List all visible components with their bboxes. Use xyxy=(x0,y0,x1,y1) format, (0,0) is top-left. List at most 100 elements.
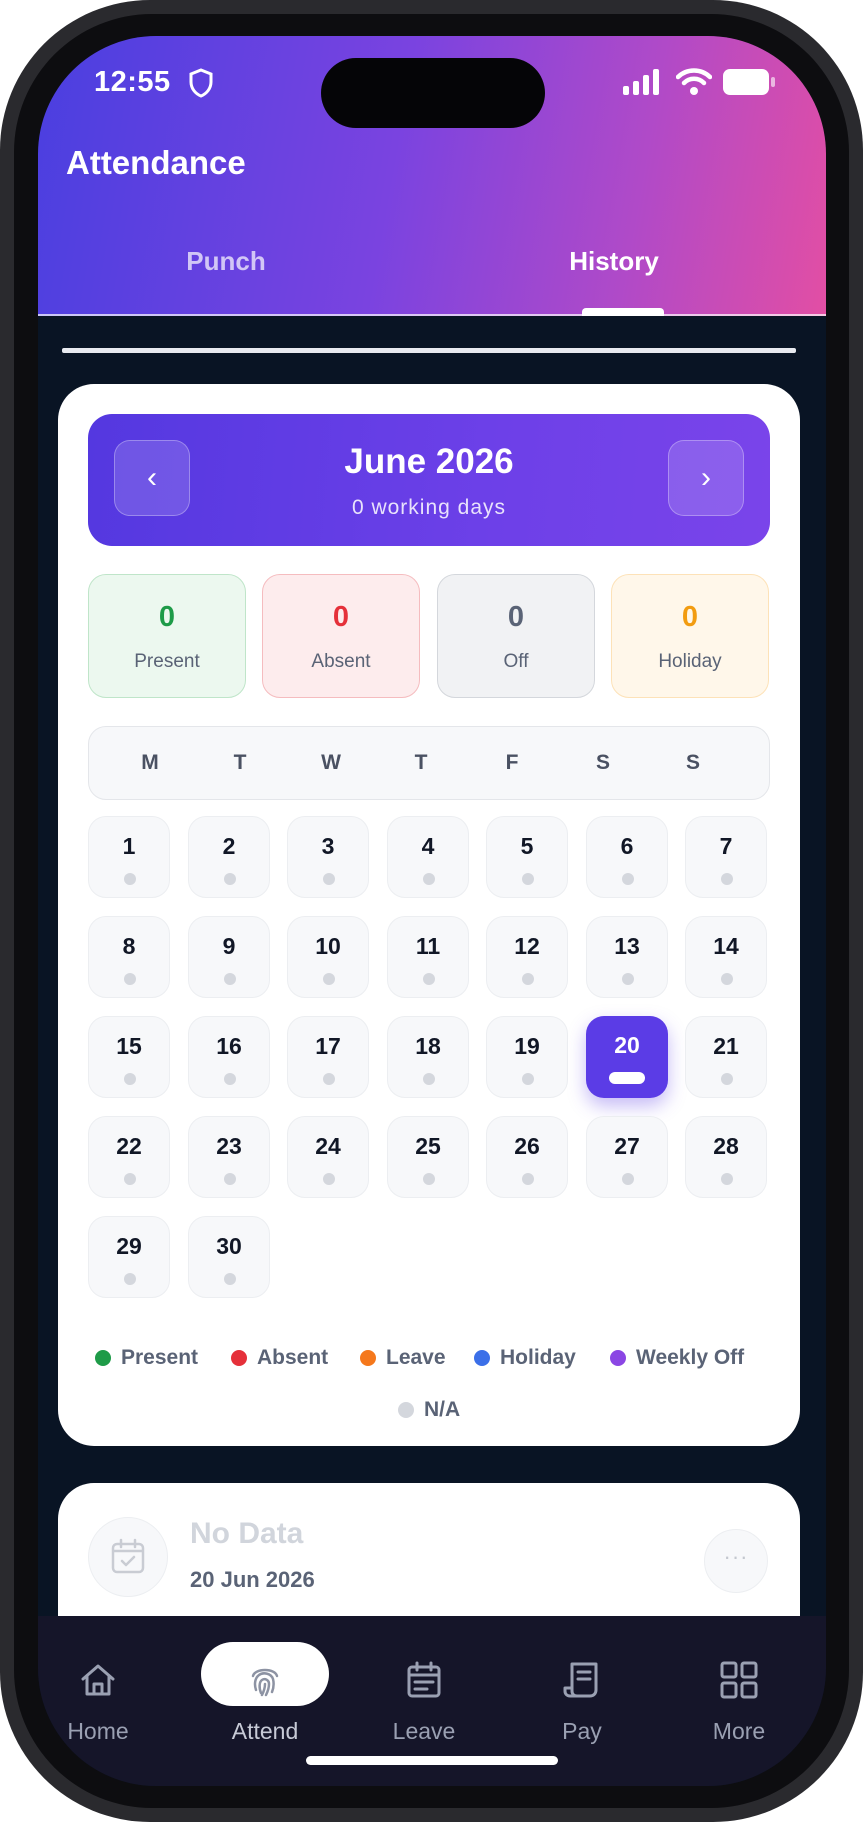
calendar-icon xyxy=(407,1661,441,1698)
legend-item: Leave xyxy=(360,1346,446,1370)
calendar-day-number: 27 xyxy=(614,1133,640,1159)
calendar-day-status-dot xyxy=(323,1073,335,1085)
calendar-grid: 1 2 3 4 5 6 7 8 9 10 11 12 13 14 15 16 17 18 19 20 21 22 23 24 2… xyxy=(88,816,770,1316)
weekday-label: W xyxy=(321,751,341,774)
calendar-day-number: 7 xyxy=(719,833,733,859)
calendar-day[interactable]: 30 xyxy=(188,1216,270,1298)
calendar-day[interactable]: 22 xyxy=(88,1116,170,1198)
calendar-day-status-dot xyxy=(423,973,435,985)
calendar-day[interactable]: 7 xyxy=(685,816,767,898)
calendar-day[interactable]: 26 xyxy=(486,1116,568,1198)
legend-item: N/A xyxy=(398,1398,460,1422)
weekday-label: M xyxy=(141,751,159,774)
calendar-day[interactable]: 29 xyxy=(88,1216,170,1298)
stat-absent-label: Absent xyxy=(311,651,371,672)
calendar-day[interactable]: 18 xyxy=(387,1016,469,1098)
calendar-day[interactable]: 27 xyxy=(586,1116,668,1198)
app-header: 12:55 Attendance Punch History xyxy=(38,36,826,316)
calendar-day[interactable]: 25 xyxy=(387,1116,469,1198)
calendar-day-status-dot xyxy=(224,1273,236,1285)
calendar-day-status-dot xyxy=(721,873,733,885)
calendar-day[interactable]: 17 xyxy=(287,1016,369,1098)
calendar-day[interactable]: 20 xyxy=(586,1016,668,1098)
calendar-day[interactable]: 11 xyxy=(387,916,469,998)
calendar-day[interactable]: 8 xyxy=(88,916,170,998)
calendar-day-number: 4 xyxy=(421,833,435,859)
calendar-day[interactable]: 21 xyxy=(685,1016,767,1098)
weekday-label: T xyxy=(233,751,247,774)
calendar-day[interactable]: 2 xyxy=(188,816,270,898)
calendar-day[interactable]: 24 xyxy=(287,1116,369,1198)
calendar-day[interactable]: 6 xyxy=(586,816,668,898)
calendar-day-status-dot xyxy=(323,873,335,885)
calendar-day-number: 1 xyxy=(122,833,136,859)
calendar-day-status-dot xyxy=(609,1072,645,1084)
calendar-day-number: 11 xyxy=(415,933,441,959)
wifi-icon xyxy=(676,68,712,95)
nav-label: Attend xyxy=(231,1718,299,1744)
legend-dot xyxy=(610,1350,626,1366)
more-options-button[interactable]: ··· xyxy=(704,1529,768,1593)
receipt-icon xyxy=(563,1662,598,1698)
legend-item: Holiday xyxy=(474,1346,576,1370)
calendar-day[interactable]: 12 xyxy=(486,916,568,998)
calendar-day[interactable]: 9 xyxy=(188,916,270,998)
weekday-label: F xyxy=(505,751,519,774)
tab-bar-divider xyxy=(38,314,826,316)
calendar-day[interactable]: 3 xyxy=(287,816,369,898)
weekday-label: T xyxy=(414,751,428,774)
nav-label: Pay xyxy=(562,1718,602,1744)
calendar-day-status-dot xyxy=(522,973,534,985)
calendar-day-number: 19 xyxy=(514,1033,540,1059)
calendar-day-status-dot xyxy=(721,1173,733,1185)
page-title: Attendance xyxy=(66,144,246,181)
calendar-day-number: 16 xyxy=(216,1033,242,1059)
calendar-day[interactable]: 1 xyxy=(88,816,170,898)
calendar-day-number: 22 xyxy=(116,1133,142,1159)
calendar-day[interactable]: 28 xyxy=(685,1116,767,1198)
legend-label: Weekly Off xyxy=(636,1346,745,1369)
calendar-day[interactable]: 10 xyxy=(287,916,369,998)
calendar-day[interactable]: 16 xyxy=(188,1016,270,1098)
stat-off-label: Off xyxy=(503,651,529,672)
calendar-day[interactable]: 14 xyxy=(685,916,767,998)
legend-item: Present xyxy=(95,1346,198,1370)
calendar-check-icon xyxy=(111,1538,145,1574)
calendar-day-status-dot xyxy=(124,873,136,885)
calendar-day[interactable]: 15 xyxy=(88,1016,170,1098)
calendar-day-number: 29 xyxy=(116,1233,142,1259)
calendar-day[interactable]: 5 xyxy=(486,816,568,898)
nav-label: Leave xyxy=(392,1718,456,1744)
calendar-day-status-dot xyxy=(622,973,634,985)
calendar-day-number: 5 xyxy=(520,833,534,859)
calendar-day-number: 2 xyxy=(222,833,236,859)
tab-history[interactable]: History xyxy=(464,246,764,277)
calendar-day[interactable]: 13 xyxy=(586,916,668,998)
calendar-day[interactable]: 19 xyxy=(486,1016,568,1098)
nav-label: More xyxy=(712,1718,766,1744)
day-detail-title: No Data xyxy=(190,1517,304,1550)
day-detail-date: 20 Jun 2026 xyxy=(190,1567,315,1592)
calendar-day-status-dot xyxy=(423,1173,435,1185)
stat-present: 0 Present xyxy=(88,574,246,698)
stat-present-value: 0 xyxy=(158,601,176,633)
next-month-button[interactable]: › xyxy=(668,440,744,516)
day-detail-icon-wrap xyxy=(88,1517,168,1597)
calendar-day-number: 30 xyxy=(216,1233,242,1259)
calendar-day-number: 18 xyxy=(415,1033,441,1059)
dynamic-island xyxy=(321,58,545,128)
stat-present-label: Present xyxy=(134,651,200,672)
legend-item: Absent xyxy=(231,1346,328,1370)
calendar-day[interactable]: 4 xyxy=(387,816,469,898)
calendar-day-number: 25 xyxy=(415,1133,441,1159)
legend-dot xyxy=(474,1350,490,1366)
nav-label: Home xyxy=(67,1718,129,1744)
stat-holiday: 0 Holiday xyxy=(611,574,769,698)
legend-dot xyxy=(398,1402,414,1418)
weekday-label: S xyxy=(595,751,610,774)
legend-dot xyxy=(360,1350,376,1366)
calendar-day[interactable]: 23 xyxy=(188,1116,270,1198)
fingerprint-icon xyxy=(251,1668,279,1697)
calendar-day-status-dot xyxy=(522,1173,534,1185)
tab-punch[interactable]: Punch xyxy=(76,246,376,277)
